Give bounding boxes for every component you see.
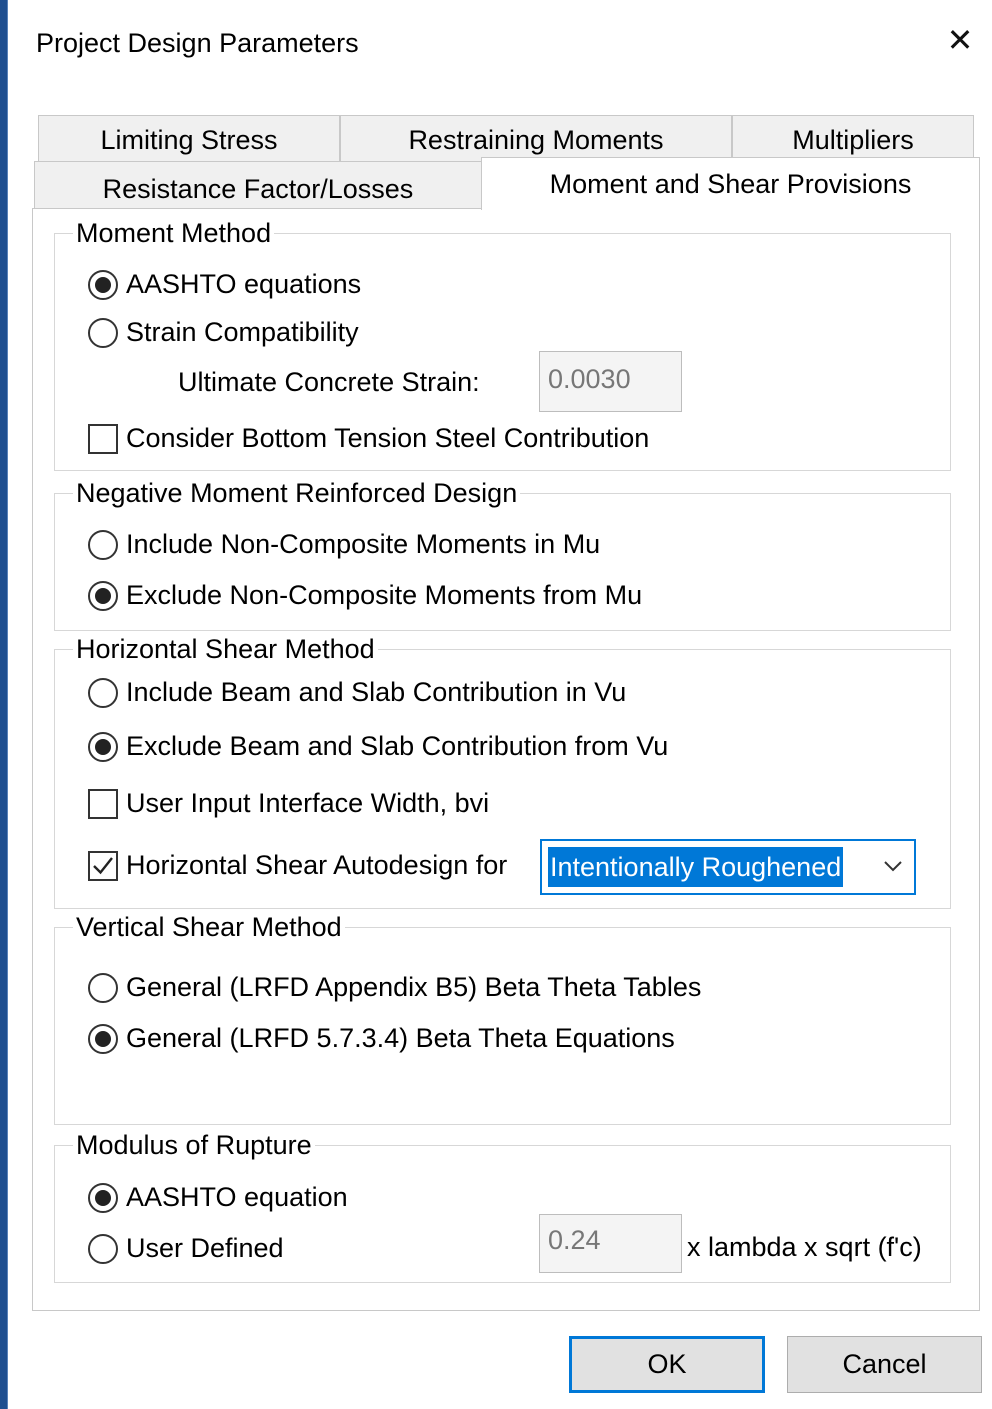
tab-restraining-moments[interactable]: Restraining Moments [340,115,732,161]
checkbox-unchecked-icon [88,788,118,819]
radio-label: General (LRFD Appendix B5) Beta Theta Ta… [126,972,702,1002]
checkbox-user-input-bvi[interactable]: User Input Interface Width, bvi [88,788,489,819]
tab-multipliers[interactable]: Multipliers [732,115,974,161]
window-title: Project Design Parameters [36,28,359,58]
rupture-factor-suffix: x lambda x sqrt (f'c) [687,1232,922,1262]
radio-beta-theta-tables[interactable]: General (LRFD Appendix B5) Beta Theta Ta… [88,972,701,1003]
group-title: Horizontal Shear Method [76,634,375,664]
checkbox-label: Consider Bottom Tension Steel Contributi… [126,423,650,453]
select-value: Intentionally Roughened [548,847,844,887]
close-icon[interactable]: ✕ [940,20,980,60]
radio-label: User Defined [126,1233,284,1263]
window-border [0,0,8,1409]
radio-beta-theta-equations[interactable]: General (LRFD 5.7.3.4) Beta Theta Equati… [88,1023,675,1054]
checkbox-horizontal-autodesign[interactable]: Horizontal Shear Autodesign for [88,850,507,881]
checkbox-unchecked-icon [88,423,118,454]
input-value: 0.0030 [548,364,631,394]
autodesign-surface-select[interactable]: Intentionally Roughened [540,839,916,895]
checkbox-label: User Input Interface Width, bvi [126,788,490,818]
radio-selected-icon [88,1182,118,1213]
group-title: Negative Moment Reinforced Design [76,478,518,508]
checkmark-icon [88,850,118,881]
radio-label: General (LRFD 5.7.3.4) Beta Theta Equati… [126,1023,675,1053]
radio-include-beam-slab[interactable]: Include Beam and Slab Contribution in Vu [88,677,626,708]
tab-limiting-stress[interactable]: Limiting Stress [38,115,340,161]
radio-rupture-aashto[interactable]: AASHTO equation [88,1182,348,1213]
cancel-button[interactable]: Cancel [787,1336,982,1393]
input-value: 0.24 [548,1225,601,1255]
ultimate-strain-input[interactable]: 0.0030 [539,351,682,412]
radio-selected-icon [88,731,118,762]
group-vertical-shear: Vertical Shear Method [54,914,951,1125]
radio-label: Include Non-Composite Moments in Mu [126,529,601,559]
group-title: Vertical Shear Method [76,912,342,942]
radio-selected-icon [88,580,118,611]
checkbox-bottom-tension-steel[interactable]: Consider Bottom Tension Steel Contributi… [88,423,649,454]
radio-strain-compatibility[interactable]: Strain Compatibility [88,317,359,348]
radio-label: Exclude Non-Composite Moments from Mu [126,580,643,610]
radio-include-noncomposite[interactable]: Include Non-Composite Moments in Mu [88,529,600,560]
radio-unselected-icon [88,1233,118,1264]
radio-unselected-icon [88,972,118,1003]
rupture-factor-input[interactable]: 0.24 [539,1214,682,1273]
radio-unselected-icon [88,317,118,348]
radio-unselected-icon [88,677,118,708]
radio-label: AASHTO equations [126,269,362,299]
radio-exclude-beam-slab[interactable]: Exclude Beam and Slab Contribution from … [88,731,668,762]
radio-label: Include Beam and Slab Contribution in Vu [126,677,627,707]
radio-label: Strain Compatibility [126,317,359,347]
chevron-down-icon[interactable] [882,855,904,877]
ultimate-strain-label: Ultimate Concrete Strain: [178,367,480,397]
ok-button[interactable]: OK [569,1336,765,1393]
radio-selected-icon [88,1023,118,1054]
group-title: Moment Method [76,218,272,248]
radio-exclude-noncomposite[interactable]: Exclude Non-Composite Moments from Mu [88,580,642,611]
group-title: Modulus of Rupture [76,1130,312,1160]
radio-label: Exclude Beam and Slab Contribution from … [126,731,669,761]
radio-unselected-icon [88,529,118,560]
checkbox-label: Horizontal Shear Autodesign for [126,850,508,880]
radio-rupture-user-defined[interactable]: User Defined [88,1233,284,1264]
radio-aashto-equations[interactable]: AASHTO equations [88,269,361,300]
radio-selected-icon [88,269,118,300]
tab-moment-shear-provisions[interactable]: Moment and Shear Provisions [481,157,980,210]
tab-resistance-factor-losses[interactable]: Resistance Factor/Losses [34,161,482,211]
radio-label: AASHTO equation [126,1182,348,1212]
